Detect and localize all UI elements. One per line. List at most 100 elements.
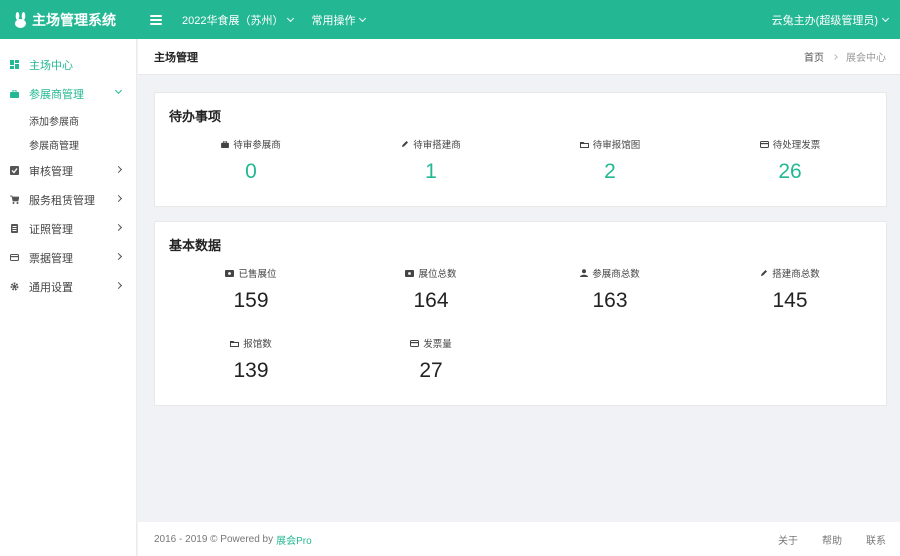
document-icon [10,224,19,233]
breadcrumb-current: 展会中心 [846,53,886,64]
sidebar-item-label: 参展商管理 [29,88,84,101]
chevron-down-icon [114,86,123,95]
stat-total-exhibitors[interactable]: 参展商总数 163 [530,267,690,313]
dashboard-icon [10,60,19,69]
sidebar-item-label: 主场中心 [29,59,73,72]
cart-icon [10,195,19,204]
top-navbar: 主场管理系统 2022华食展（苏州） 常用操作 云兔主办(超级管理员) [0,0,900,39]
menu-toggle-icon[interactable] [150,14,162,25]
stat-label: 待审搭建商 [413,140,461,151]
chevron-down-icon [287,14,295,22]
chevron-down-icon [881,14,890,22]
todo-card: 待办事项 待审参展商 0 待审搭建商 1 待审报馆图 2 待处理发票 26 [154,92,887,207]
gear-icon [10,282,19,291]
sidebar-item-exhibitor-mgmt[interactable]: 参展商管理 [0,79,136,108]
sidebar-item-invoice-mgmt[interactable]: 票据管理 [0,243,136,272]
stat-value: 163 [592,289,628,312]
sidebar-item-license-mgmt[interactable]: 证照管理 [0,214,136,243]
sidebar-item-label: 服务租赁管理 [29,194,95,207]
common-ops-label: 常用操作 [311,14,356,27]
pencil-icon [402,141,409,147]
stat-value: 139 [233,359,269,382]
stat-value: 2 [604,160,616,183]
breadcrumb-home[interactable]: 首页 [804,49,824,64]
sidebar: 主场中心 参展商管理 添加参展商 参展商管理 审核管理 服务租赁管理 证照管理 … [0,39,137,556]
chevron-right-icon [114,252,123,261]
sidebar-item-label: 证照管理 [29,223,73,236]
sidebar-item-label: 通用设置 [29,281,73,294]
stat-value: 27 [419,359,443,382]
footer-link-about[interactable]: 关于 [778,532,798,547]
stat-value: 145 [772,289,808,312]
basic-data-card: 基本数据 已售展位 159 展位总数 164 参展商总数 163 搭建商总数 1… [154,221,887,406]
stat-pending-exhibitors[interactable]: 待审参展商 0 [171,138,331,184]
card-icon [10,253,19,262]
checkbox-icon [10,166,19,175]
breadcrumb: 首页 展会中心 [804,49,886,64]
stat-label: 待审参展商 [233,140,281,151]
chevron-right-icon [832,53,838,60]
sidebar-item-settings[interactable]: 通用设置 [0,272,136,301]
brand[interactable]: 主场管理系统 [0,10,138,30]
stat-label: 发票量 [423,339,452,350]
user-icon [580,269,589,277]
sidebar-item-label: 审核管理 [29,165,73,178]
user-name: 云兔主办(超级管理员) [771,14,878,27]
folder-icon [230,340,240,347]
stat-total-booths[interactable]: 展位总数 164 [351,267,511,313]
sidebar-item-label: 票据管理 [29,252,73,265]
stat-value: 1 [425,160,437,183]
stat-value: 0 [245,160,257,183]
footer-links: 关于 帮助 联系 [778,532,886,547]
footer-brand-link[interactable]: 展会Pro [276,532,312,547]
stat-sold-booths[interactable]: 已售展位 159 [171,267,331,313]
stat-label: 已售展位 [238,269,277,280]
stat-label: 搭建商总数 [772,269,820,280]
basic-data-title: 基本数据 [169,238,222,253]
app-title: 主场管理系统 [32,11,116,28]
footer-link-contact[interactable]: 联系 [866,532,886,547]
stat-invoice-count[interactable]: 发票量 27 [351,337,511,383]
ticket-icon [225,269,235,277]
user-menu[interactable]: 云兔主办(超级管理员) [771,12,890,28]
stat-label: 待处理发票 [772,140,821,151]
stat-hall-reports[interactable]: 报馆数 139 [171,337,331,383]
card-icon [759,140,769,148]
chevron-right-icon [114,194,123,203]
sidebar-subitem-add-exhibitor[interactable]: 添加参展商 [0,108,136,132]
stat-pending-hall-plans[interactable]: 待审报馆图 2 [530,138,690,184]
chevron-down-icon [359,14,367,22]
stat-value: 164 [413,289,449,312]
stat-pending-invoices[interactable]: 待处理发票 26 [710,138,870,184]
card-icon [410,339,420,347]
todo-title: 待办事项 [169,109,222,124]
stat-label: 参展商总数 [592,269,640,280]
sidebar-item-rental-mgmt[interactable]: 服务租赁管理 [0,185,136,214]
briefcase-icon [221,140,230,148]
sidebar-subitem-exhibitor-mgmt[interactable]: 参展商管理 [0,132,136,156]
rabbit-logo-icon [15,11,26,28]
common-ops-dropdown[interactable]: 常用操作 [311,12,367,28]
chevron-right-icon [114,165,123,174]
chevron-right-icon [114,223,123,232]
stat-label: 待审报馆图 [592,140,641,151]
stat-value: 26 [778,160,802,183]
page-title: 主场管理 [154,51,198,64]
stat-label: 报馆数 [243,339,272,350]
exhibition-dropdown[interactable]: 2022华食展（苏州） [182,12,295,28]
sidebar-item-review-mgmt[interactable]: 审核管理 [0,156,136,185]
stat-pending-builders[interactable]: 待审搭建商 1 [351,138,511,184]
stat-total-builders[interactable]: 搭建商总数 145 [710,267,870,313]
stat-value: 159 [233,289,269,312]
stat-label: 展位总数 [418,269,457,280]
briefcase-icon [10,89,19,98]
page-header: 主场管理 首页 展会中心 [138,39,900,75]
ticket-icon [405,269,415,277]
footer-link-help[interactable]: 帮助 [822,532,842,547]
chevron-right-icon [114,281,123,290]
sidebar-item-home-center[interactable]: 主场中心 [0,50,136,79]
exhibition-label: 2022华食展（苏州） [182,14,284,27]
copyright: 2016 - 2019 © Powered by [154,533,274,545]
footer: 2016 - 2019 © Powered by 展会Pro 关于 帮助 联系 [138,522,900,556]
folder-icon [579,141,589,148]
